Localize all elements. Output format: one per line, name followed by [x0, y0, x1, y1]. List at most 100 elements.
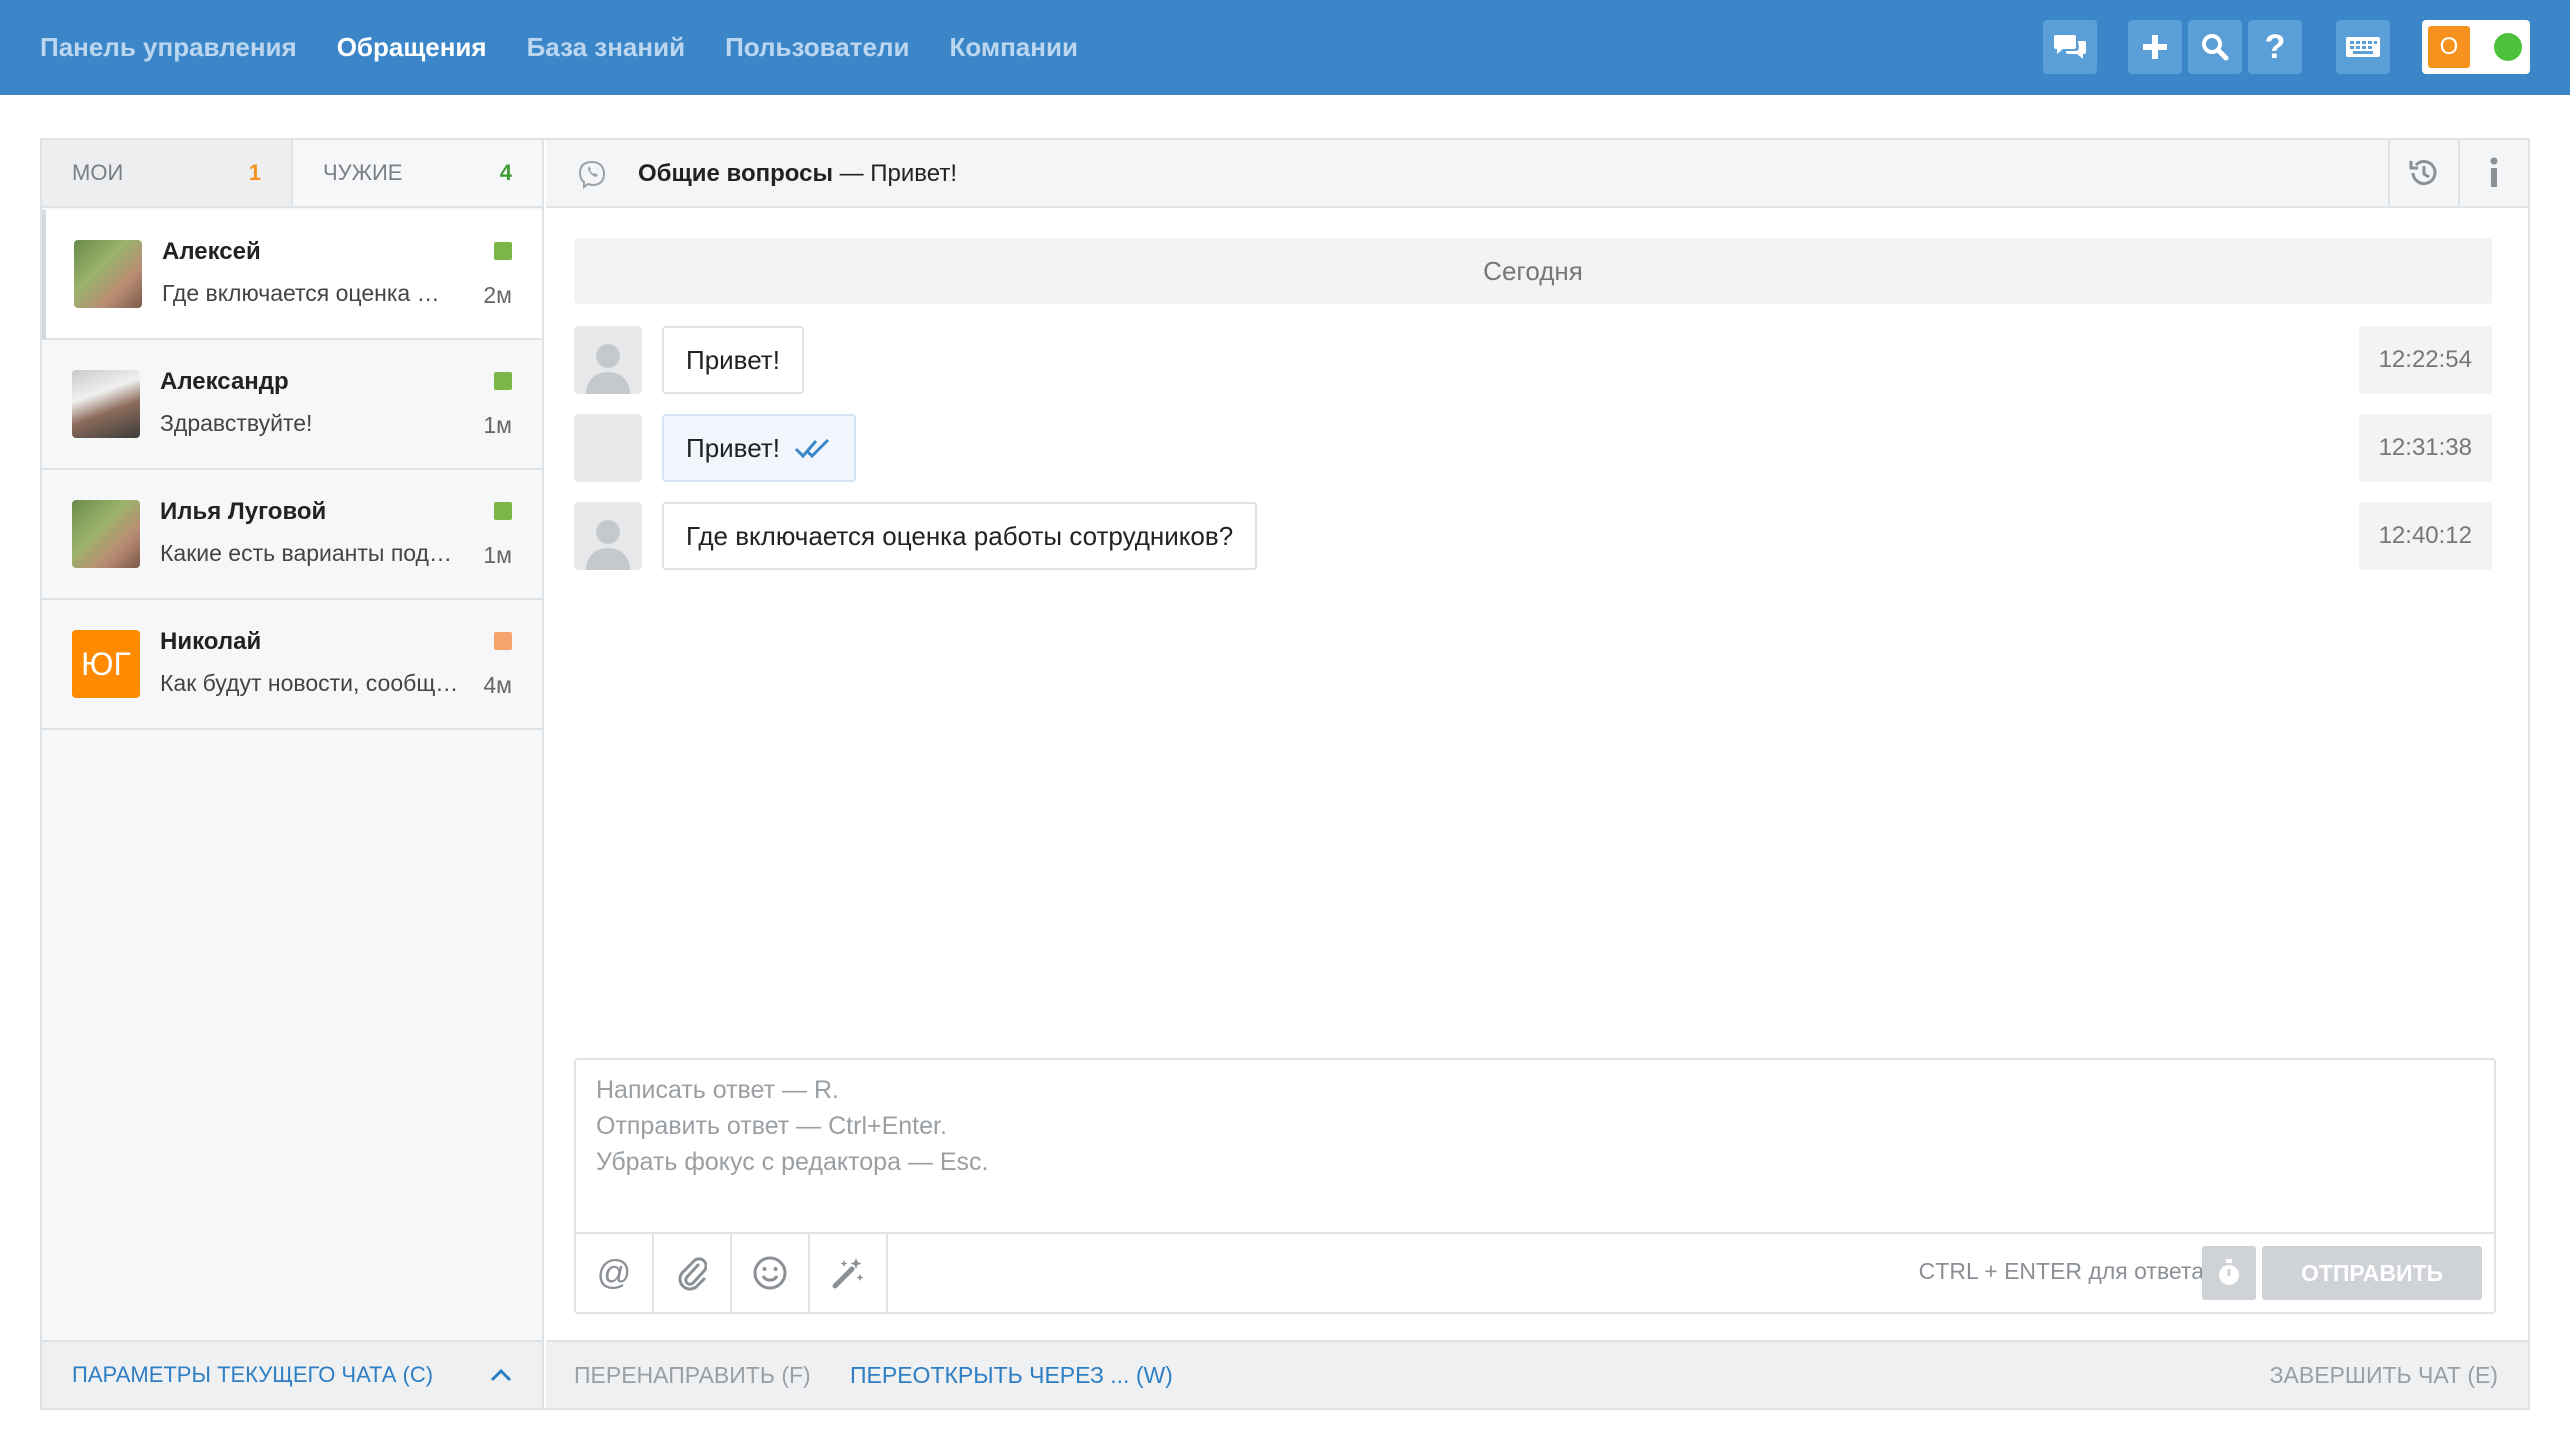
search-button[interactable]	[2188, 20, 2242, 74]
current-chat-params-label: ПАРАМЕТРЫ ТЕКУЩЕГО ЧАТА (C)	[72, 1362, 434, 1387]
editor-placeholder: Написать ответ — R. Отправить ответ — Ct…	[596, 1072, 989, 1180]
chat-status-indicator	[494, 372, 512, 390]
top-navigation-bar: Панель управления Обращения База знаний …	[0, 0, 2570, 95]
history-button[interactable]	[2388, 140, 2458, 206]
chat-list-item[interactable]: Алексей Где включается оценка работы сот…	[42, 210, 542, 340]
chat-list-item[interactable]: Илья Луговой Какие есть варианты подключ…	[42, 470, 542, 600]
chat-item-name: Алексей	[162, 238, 261, 265]
message-bubble: Привет!	[662, 326, 804, 394]
help-button[interactable]: ?	[2248, 20, 2302, 74]
templates-button[interactable]	[810, 1234, 888, 1312]
user-avatar-placeholder	[574, 326, 642, 394]
user-silhouette-icon	[586, 344, 630, 394]
chat-item-name: Николай	[160, 628, 262, 655]
message-text: Привет!	[686, 344, 780, 375]
chat-list-column: МОИ 1 ЧУЖИЕ 4 Алексей Где включается оце…	[42, 140, 544, 1408]
magic-wand-icon	[832, 1258, 864, 1289]
chat-item-snippet: Как будут новости, сообщите	[160, 670, 460, 696]
chat-item-snippet: Какие есть варианты подключения?	[160, 540, 460, 566]
tab-mine[interactable]: МОИ 1	[42, 140, 291, 206]
message-bubble: Где включается оценка работы сотрудников…	[662, 502, 1258, 570]
question-icon: ?	[2264, 27, 2286, 66]
paperclip-icon	[678, 1257, 707, 1291]
smiley-icon	[753, 1256, 787, 1290]
reopen-later-button[interactable]: ПЕРЕОТКРЫТЬ ЧЕРЕЗ ... (W)	[850, 1362, 1173, 1389]
keyboard-shortcuts-button[interactable]	[2336, 20, 2390, 74]
chat-item-snippet: Здравствуйте!	[160, 410, 313, 436]
history-icon	[2409, 160, 2437, 186]
double-check-icon	[794, 438, 829, 459]
reply-editor[interactable]: Написать ответ — R. Отправить ответ — Ct…	[574, 1058, 2496, 1314]
info-icon	[2490, 157, 2498, 187]
nav-dashboard[interactable]: Панель управления	[40, 32, 297, 63]
message-text: Где включается оценка работы сотрудников…	[686, 520, 1234, 551]
user-avatar-placeholder	[574, 502, 642, 570]
placeholder-line: Убрать фокус с редактора — Esc.	[596, 1148, 989, 1176]
nav-tickets[interactable]: Обращения	[337, 32, 487, 63]
search-icon	[2202, 34, 2229, 61]
chat-item-time: 1м	[483, 412, 512, 438]
chat-list-item[interactable]: ЮГ Николай Как будут новости, сообщите 4…	[42, 600, 542, 730]
message-row: Привет! 12:22:54	[574, 326, 2492, 394]
keyboard-icon	[2346, 37, 2380, 57]
at-sign-icon: @	[596, 1253, 632, 1292]
chevron-up-icon	[490, 1361, 512, 1389]
placeholder-line: Отправить ответ — Ctrl+Enter.	[596, 1112, 947, 1140]
user-silhouette-icon	[586, 520, 630, 570]
tab-others-count: 4	[499, 160, 512, 185]
stopwatch-icon	[2219, 1259, 2239, 1285]
finish-chat-button[interactable]: ЗАВЕРШИТЬ ЧАТ (E)	[2270, 1362, 2498, 1389]
viber-icon	[576, 159, 608, 191]
chat-status-indicator	[494, 632, 512, 650]
mention-button[interactable]: @	[576, 1234, 654, 1312]
delayed-send-button[interactable]	[2202, 1246, 2256, 1300]
send-hint: CTRL + ENTER для ответа	[1918, 1258, 2204, 1284]
chat-item-time: 1м	[483, 542, 512, 568]
chat-item-time: 2м	[483, 282, 512, 308]
avatar	[74, 240, 142, 308]
status-letter-badge: О	[2428, 26, 2470, 68]
attach-button[interactable]	[654, 1234, 732, 1312]
chat-list-item[interactable]: Александр Здравствуйте! 1м	[42, 340, 542, 470]
nav-knowledge-base[interactable]: База знаний	[527, 32, 686, 63]
chat-item-name: Илья Луговой	[160, 498, 327, 525]
message-row: Привет! 12:31:38	[574, 414, 2492, 482]
chat-header: Общие вопросы — Привет!	[546, 140, 2528, 208]
add-button[interactable]	[2128, 20, 2182, 74]
info-button[interactable]	[2458, 140, 2528, 206]
chat-list-tabs: МОИ 1 ЧУЖИЕ 4	[42, 140, 542, 208]
chat-item-snippet: Где включается оценка работы сотрудников…	[162, 280, 452, 306]
chat-title-separator: —	[832, 160, 871, 187]
avatar-initials: ЮГ	[72, 630, 140, 698]
day-separator: Сегодня	[574, 238, 2492, 304]
chat-list: Алексей Где включается оценка работы сот…	[42, 210, 542, 730]
avatar	[72, 370, 140, 438]
message-time: 12:40:12	[2358, 502, 2492, 570]
placeholder-line: Написать ответ — R.	[596, 1076, 839, 1104]
redirect-button[interactable]: ПЕРЕНАПРАВИТЬ (F)	[574, 1362, 811, 1389]
tab-mine-label: МОИ	[72, 160, 124, 185]
chat-status-indicator	[494, 502, 512, 520]
chat-button[interactable]	[2043, 20, 2097, 74]
avatar	[72, 500, 140, 568]
nav-companies[interactable]: Компании	[949, 32, 1077, 63]
message-time: 12:22:54	[2358, 326, 2492, 394]
chat-item-name: Александр	[160, 368, 289, 395]
chat-subject: Привет!	[870, 160, 957, 187]
nav-users[interactable]: Пользователи	[725, 32, 909, 63]
chat-item-time: 4м	[483, 672, 512, 698]
chat-title: Общие вопросы — Привет!	[638, 160, 957, 188]
chat-bubbles-icon	[2054, 35, 2086, 59]
agent-status-toggle[interactable]: О	[2422, 20, 2530, 74]
tab-others-label: ЧУЖИЕ	[323, 160, 403, 185]
send-button[interactable]: ОТПРАВИТЬ	[2262, 1246, 2482, 1300]
tab-mine-count: 1	[248, 160, 261, 185]
emoji-button[interactable]	[732, 1234, 810, 1312]
online-status-dot	[2494, 33, 2522, 61]
message-bubble: Привет!	[662, 414, 856, 482]
plus-icon	[2143, 35, 2167, 59]
message-time: 12:31:38	[2358, 414, 2492, 482]
tab-others[interactable]: ЧУЖИЕ 4	[291, 140, 542, 206]
current-chat-params-toggle[interactable]: ПАРАМЕТРЫ ТЕКУЩЕГО ЧАТА (C)	[42, 1340, 542, 1408]
message-row: Где включается оценка работы сотрудников…	[574, 502, 2492, 570]
